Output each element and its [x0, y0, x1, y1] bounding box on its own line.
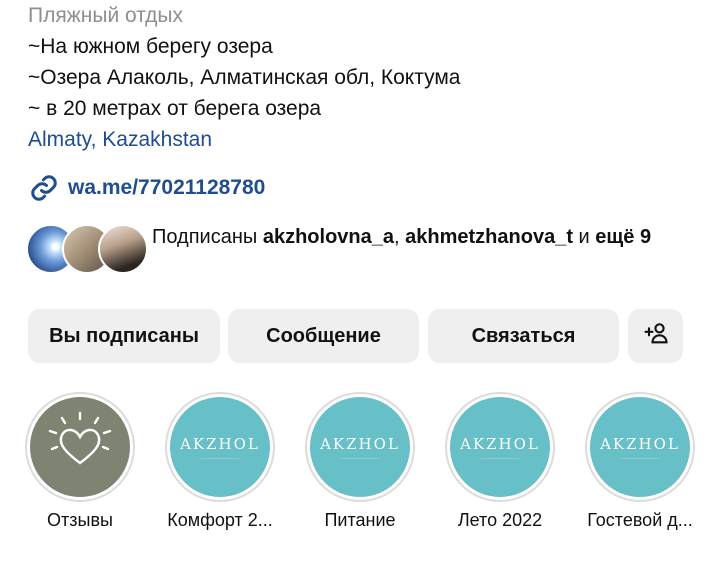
- message-button[interactable]: Сообщение: [228, 309, 419, 363]
- location-link[interactable]: Almaty, Kazakhstan: [28, 128, 212, 152]
- brand-tagline-graphic: ―――――――――: [480, 454, 520, 460]
- follower-username: akhmetzhanova_t: [405, 226, 573, 248]
- highlight-label: Лето 2022: [457, 510, 543, 530]
- highlight-item[interactable]: Отзывы: [20, 392, 140, 531]
- brand-tagline-graphic: ―――――――――: [620, 454, 660, 460]
- brand-logo: AKZHOL: [320, 434, 400, 453]
- highlight-label: Питание: [324, 510, 396, 530]
- followers-text: Подписаны akzholovna_a, akhmetzhanova_t …: [152, 222, 692, 253]
- followers-conjunction: и: [572, 226, 596, 248]
- highlight-item[interactable]: AKZHOL ――――――――― Лето 2022: [440, 392, 560, 531]
- bio-line: ~ в 20 метрах от берега озера: [28, 97, 322, 120]
- bio-line: ~На южном берегу озера: [28, 35, 273, 58]
- following-button[interactable]: Вы подписаны: [28, 309, 220, 363]
- follower-avatars: [26, 224, 148, 274]
- website-link[interactable]: wa.me/77021128780: [28, 172, 265, 204]
- brand-tagline-graphic: ―――――――――: [200, 454, 240, 460]
- highlight-ring: AKZHOL ―――――――――: [305, 392, 415, 502]
- brand-logo: AKZHOL: [600, 434, 680, 453]
- highlight-cover: AKZHOL ―――――――――: [590, 397, 690, 497]
- brand-tagline-graphic: ―――――――――: [340, 454, 380, 460]
- followers-prefix: Подписаны: [152, 226, 263, 248]
- highlight-cover: AKZHOL ―――――――――: [170, 397, 270, 497]
- highlight-item[interactable]: AKZHOL ――――――――― Питание: [300, 392, 420, 531]
- highlight-label: Комфорт 2...: [167, 510, 273, 530]
- follower-username: akzholovna_a: [262, 226, 395, 248]
- highlight-cover: AKZHOL ―――――――――: [450, 397, 550, 497]
- highlight-label: Отзывы: [47, 510, 113, 530]
- highlight-ring: AKZHOL ―――――――――: [445, 392, 555, 502]
- highlight-ring: [25, 392, 135, 502]
- highlight-label: Гостевой д...: [587, 510, 693, 530]
- highlight-ring: AKZHOL ―――――――――: [165, 392, 275, 502]
- highlight-item[interactable]: AKZHOL ――――――――― Комфорт 2...: [160, 392, 280, 531]
- brand-logo: AKZHOL: [460, 434, 540, 453]
- highlight-ring: AKZHOL ―――――――――: [585, 392, 695, 502]
- add-person-button[interactable]: [628, 309, 683, 363]
- brand-logo: AKZHOL: [180, 434, 260, 453]
- highlight-item[interactable]: AKZHOL ――――――――― Гостевой д...: [580, 392, 700, 531]
- add-person-icon: [642, 319, 670, 353]
- followers-separator: ,: [394, 226, 406, 248]
- highlight-cover: [30, 397, 130, 497]
- bio-line: ~Озера Алаколь, Алматинская обл, Коктума: [28, 66, 461, 89]
- avatar: [98, 224, 148, 274]
- heart-icon: [40, 405, 120, 490]
- link-url: wa.me/77021128780: [68, 176, 266, 199]
- mutual-followers[interactable]: Подписаны akzholovna_a, akhmetzhanova_t …: [26, 222, 696, 278]
- link-icon: [28, 172, 60, 204]
- category-label: Пляжный отдых: [28, 4, 184, 27]
- followers-more: ещё 9: [595, 226, 652, 248]
- contact-button[interactable]: Связаться: [428, 309, 619, 363]
- highlight-cover: AKZHOL ―――――――――: [310, 397, 410, 497]
- story-highlights: Отзывы AKZHOL ――――――――― Комфорт 2... AKZ…: [0, 392, 710, 542]
